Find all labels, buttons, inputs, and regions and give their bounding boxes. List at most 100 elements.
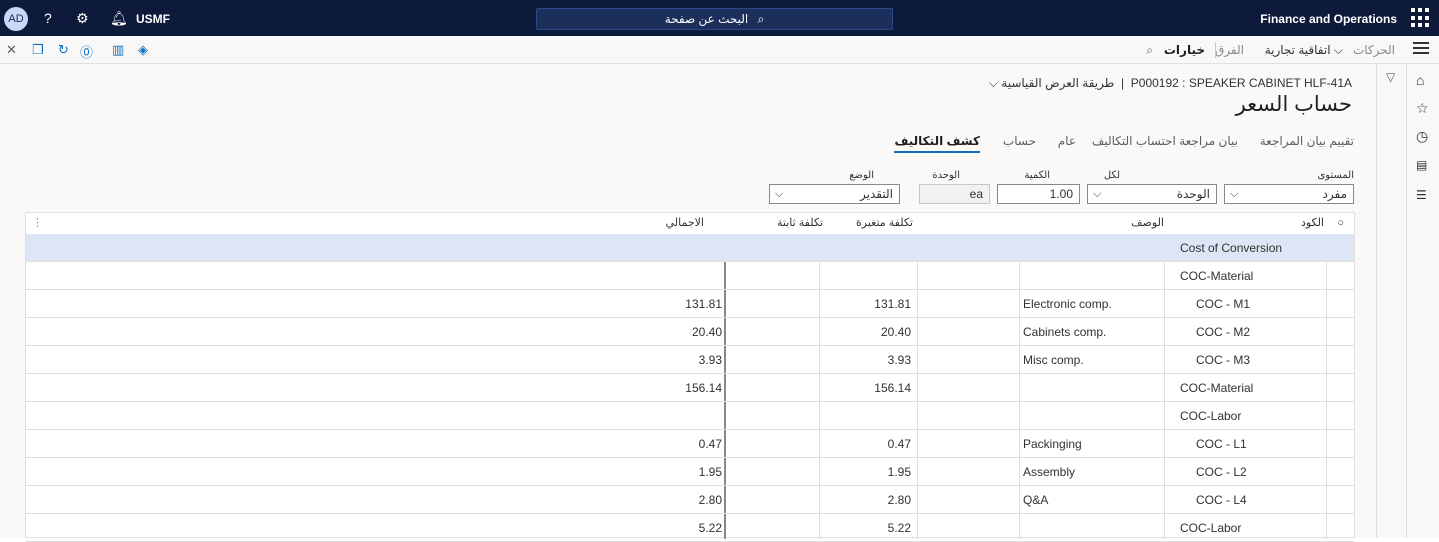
cell-description xyxy=(1023,402,1163,430)
tab-cost-sheet[interactable]: كشف التكاليف xyxy=(894,134,980,153)
cell-total: 20.40 xyxy=(691,325,722,339)
action-trade-agreement[interactable]: اتفاقية تجارية ⌵ xyxy=(1265,43,1343,58)
cell-variable-cost: 2.80 xyxy=(887,493,911,507)
per-select[interactable]: الوحدة ⌵ xyxy=(1087,184,1217,204)
cell-fixed-cost xyxy=(726,290,814,318)
cell-total xyxy=(46,402,722,430)
breadcrumb: ⌵ طريقة العرض القياسية | P000192 : SPEAK… xyxy=(988,76,1352,90)
cell-total: 2.80 xyxy=(698,493,722,507)
cell-description: Assembly xyxy=(1023,465,1076,479)
table-row[interactable]: COC - M2 Cabinets comp. 20.40 20.40 xyxy=(26,318,1354,346)
home-icon[interactable]: ⌂ xyxy=(1416,72,1424,88)
refresh-icon[interactable]: ↻ xyxy=(58,42,69,58)
cell-total xyxy=(46,234,722,262)
cell-code: COC - M1 xyxy=(1196,297,1250,311)
cell-code: COC - L4 xyxy=(1196,493,1247,507)
table-row[interactable]: COC - M1 Electronic comp. 131.81 131.81 xyxy=(26,290,1354,318)
cell-fixed-cost xyxy=(726,374,814,402)
attachments-icon[interactable]: ⓪ xyxy=(80,42,93,61)
cell-description: Packinging xyxy=(1023,437,1082,451)
cell-variable-cost: 156.14 xyxy=(874,381,911,395)
top-bar: Finance and Operations البحث عن صفحة ⌕ A… xyxy=(0,0,1439,36)
app-launcher-icon[interactable] xyxy=(1411,8,1431,28)
search-icon: ⌕ xyxy=(757,12,765,26)
workspaces-icon[interactable]: ▤ xyxy=(1416,158,1427,172)
cell-total: 1.95 xyxy=(698,465,722,479)
col-header-variable-cost[interactable]: تكلفة متغيرة xyxy=(856,213,913,234)
page-search-input[interactable]: البحث عن صفحة ⌕ xyxy=(536,8,893,30)
chevron-down-icon: ⌵ xyxy=(1333,43,1343,57)
unit-label: الوحدة xyxy=(932,170,960,181)
col-header-code[interactable]: الكود xyxy=(1301,213,1324,234)
cell-total: 156.14 xyxy=(685,381,722,395)
cell-code: COC - M2 xyxy=(1196,325,1250,339)
cell-fixed-cost xyxy=(726,234,814,262)
select-all-radio[interactable]: ○ xyxy=(1337,213,1344,234)
cell-description: Electronic comp. xyxy=(1023,297,1112,311)
tab-costing-review[interactable]: بيان مراجعة احتساب التكاليف xyxy=(1092,134,1238,148)
table-row[interactable]: COC - L1 Packinging 0.47 0.47 xyxy=(26,430,1354,458)
cell-total xyxy=(46,262,722,290)
cell-code: Cost of Conversion xyxy=(1180,241,1283,255)
level-select[interactable]: مفرد ⌵ xyxy=(1224,184,1354,204)
cell-variable-cost: 3.93 xyxy=(887,353,911,367)
tab-calculation[interactable]: حساب xyxy=(1003,134,1036,148)
view-selector[interactable]: طريقة العرض القياسية xyxy=(1001,76,1114,90)
cell-code: COC - L1 xyxy=(1196,437,1247,451)
level-label: المستوى xyxy=(1317,170,1354,181)
action-transactions[interactable]: الحركات xyxy=(1353,43,1395,57)
table-row[interactable]: COC - L4 Q&A 2.80 2.80 xyxy=(26,486,1354,514)
cell-total: 0.47 xyxy=(698,437,722,451)
table-row[interactable]: COC - L2 Assembly 1.95 1.95 xyxy=(26,458,1354,486)
star-icon[interactable]: ☆ xyxy=(1416,100,1429,117)
search-placeholder: البحث عن صفحة xyxy=(664,12,749,26)
unit-field: ea xyxy=(919,184,990,204)
per-label: لكل xyxy=(1103,170,1120,181)
table-row[interactable]: COC-Material xyxy=(26,262,1354,290)
cell-variable-cost: 131.81 xyxy=(874,297,911,311)
power-apps-icon[interactable]: ◈ xyxy=(138,42,148,58)
open-in-new-icon[interactable]: ❒ xyxy=(32,42,44,58)
chevron-down-icon: ⌵ xyxy=(1093,188,1102,200)
search-icon[interactable]: ⌕ xyxy=(1146,43,1153,58)
app-title[interactable]: Finance and Operations xyxy=(1260,12,1397,26)
clock-icon[interactable]: ◷ xyxy=(1416,128,1428,145)
cell-description: Q&A xyxy=(1023,493,1049,507)
company-selector[interactable]: USMF xyxy=(136,12,170,26)
bell-icon[interactable]: 🔔︎ xyxy=(110,10,128,26)
cost-sheet-grid: ○ الكود الوصف تكلفة متغيرة تكلفة ثابتة ا… xyxy=(25,212,1355,542)
column-options-icon[interactable]: ⋮ xyxy=(32,213,43,234)
filter-pane: ▽ xyxy=(1376,64,1406,538)
action-options[interactable]: خيارات xyxy=(1164,43,1205,57)
avatar[interactable]: AD xyxy=(4,7,28,31)
tab-general[interactable]: عام xyxy=(1058,134,1076,148)
cell-fixed-cost xyxy=(726,346,814,374)
chevron-down-icon: ⌵ xyxy=(1230,188,1239,200)
tab-review-valuation[interactable]: تقييم بيان المراجعة xyxy=(1260,134,1354,148)
close-icon[interactable]: ✕ xyxy=(6,42,17,58)
gear-icon[interactable]: ⚙ xyxy=(76,10,89,26)
quantity-input[interactable]: 1.00 xyxy=(997,184,1080,204)
col-header-description[interactable]: الوصف xyxy=(1131,213,1164,234)
status-select[interactable]: التقدير ⌵ xyxy=(769,184,900,204)
view-selector-chevron-icon[interactable]: ⌵ xyxy=(989,76,998,90)
quantity-label: الكمية xyxy=(1024,170,1050,181)
table-row[interactable]: COC-Labor xyxy=(26,402,1354,430)
table-row[interactable]: COC-Material 156.14 156.14 xyxy=(26,374,1354,402)
help-icon[interactable]: ? xyxy=(44,10,52,26)
col-header-fixed-cost[interactable]: تكلفة ثابتة xyxy=(777,213,823,234)
modules-icon[interactable]: ☰ xyxy=(1416,188,1427,202)
cell-description: Cabinets comp. xyxy=(1023,325,1107,339)
office-icon[interactable]: ▥ xyxy=(112,42,124,58)
filter-icon[interactable]: ▽ xyxy=(1386,70,1395,84)
table-row[interactable]: COC - M3 Misc comp. 3.93 3.93 xyxy=(26,346,1354,374)
per-value: الوحدة xyxy=(1176,187,1210,201)
cell-variable-cost xyxy=(819,234,911,262)
table-row[interactable]: Cost of Conversion xyxy=(26,234,1354,262)
level-value: مفرد xyxy=(1322,187,1347,201)
menu-icon[interactable] xyxy=(1413,42,1429,57)
cell-code: COC-Material xyxy=(1180,269,1254,283)
action-difference[interactable]: الفرق xyxy=(1215,43,1244,57)
col-header-total[interactable]: الاجمالي xyxy=(666,213,704,234)
separator xyxy=(1215,42,1216,58)
